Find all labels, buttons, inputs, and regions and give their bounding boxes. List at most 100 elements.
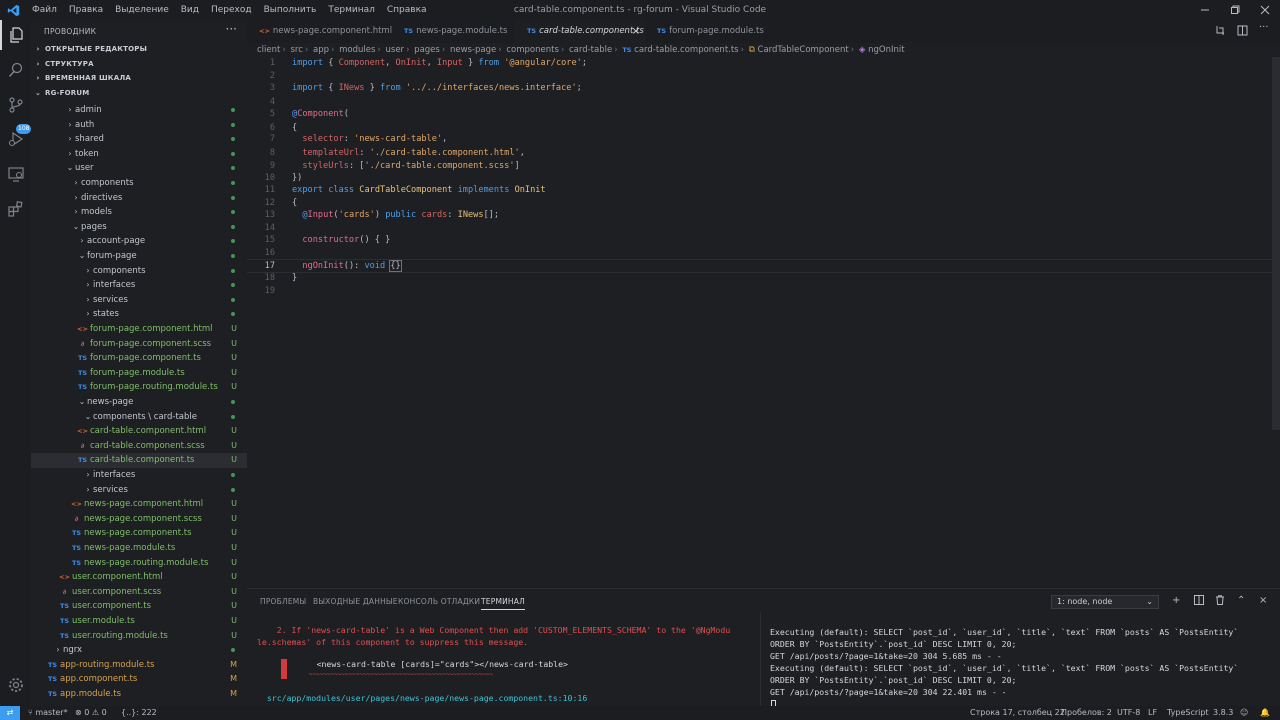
- breadcrumb-item[interactable]: news-page: [450, 45, 496, 55]
- tree-item[interactable]: TS news-page.component.ts U: [31, 526, 247, 541]
- run-debug-icon[interactable]: [0, 124, 31, 154]
- close-tab-icon[interactable]: ×: [632, 20, 640, 43]
- tree-item[interactable]: <> card-table.component.html U: [31, 424, 247, 439]
- tree-item[interactable]: TS forum-page.routing.module.ts U: [31, 380, 247, 395]
- tree-item[interactable]: › components: [31, 176, 247, 191]
- menu-view[interactable]: Вид: [175, 0, 205, 20]
- section-timeline[interactable]: › ВРЕМЕННАЯ ШКАЛА: [31, 71, 247, 85]
- line-endings[interactable]: LF: [1148, 706, 1157, 720]
- tab-card-table-component-ts[interactable]: TS card-table.component.ts ×: [515, 20, 646, 43]
- tree-item[interactable]: › ngrx: [31, 643, 247, 658]
- tree-item[interactable]: TS card-table.component.ts U: [31, 453, 247, 468]
- tree-item[interactable]: › interfaces: [31, 468, 247, 483]
- tab-output[interactable]: ВЫХОДНЫЕ ДАННЫЕ: [313, 597, 398, 606]
- breadcrumb-item[interactable]: client: [257, 45, 280, 55]
- breadcrumb-item[interactable]: src: [290, 45, 302, 55]
- tree-item[interactable]: TS app.component.ts M: [31, 672, 247, 687]
- tree-item[interactable]: TS forum-page.module.ts U: [31, 366, 247, 381]
- tree-item[interactable]: ∂ user.component.scss U: [31, 585, 247, 600]
- breadcrumb-item[interactable]: card-table: [569, 45, 612, 55]
- tree-item[interactable]: ⌄ forum-page: [31, 249, 247, 264]
- tree-item[interactable]: › token: [31, 147, 247, 162]
- extensions-icon[interactable]: [0, 194, 31, 224]
- tree-item[interactable]: TS forum-page.component.ts U: [31, 351, 247, 366]
- close-panel-icon[interactable]: ×: [1259, 595, 1267, 606]
- more-actions-icon[interactable]: ···: [226, 22, 237, 36]
- restore-button[interactable]: [1220, 0, 1250, 20]
- tree-item[interactable]: › components: [31, 264, 247, 279]
- problems-indicator[interactable]: ⊗ 0 ⚠ 0: [75, 706, 107, 720]
- tree-item[interactable]: ⌄ components \ card-table: [31, 410, 247, 425]
- explorer-icon[interactable]: [0, 20, 31, 50]
- editor-scrollbar[interactable]: [1272, 57, 1280, 430]
- breadcrumb-item[interactable]: user: [386, 45, 405, 55]
- encoding[interactable]: UTF-8: [1117, 706, 1140, 720]
- section-project[interactable]: ⌄ RG-FORUM: [31, 86, 247, 100]
- tab-news-page-module-ts[interactable]: TS news-page.module.ts: [392, 20, 507, 43]
- tree-item[interactable]: ∂ forum-page.component.scss U: [31, 337, 247, 352]
- search-icon[interactable]: [0, 55, 31, 85]
- tree-item[interactable]: TS user.module.ts U: [31, 614, 247, 629]
- feedback-icon[interactable]: ☺: [1240, 706, 1248, 720]
- tree-item[interactable]: › account-page: [31, 234, 247, 249]
- trash-icon[interactable]: [1215, 595, 1225, 608]
- breadcrumb-item[interactable]: app: [313, 45, 329, 55]
- tree-item[interactable]: TS news-page.routing.module.ts U: [31, 556, 247, 571]
- notifications-bell-icon[interactable]: 🔔: [1260, 706, 1270, 720]
- tree-item[interactable]: › directives: [31, 191, 247, 206]
- breadcrumb-item[interactable]: components: [506, 45, 559, 55]
- menu-edit[interactable]: Правка: [63, 0, 109, 20]
- tree-item[interactable]: ∂ news-page.component.scss U: [31, 512, 247, 527]
- remote-indicator-icon[interactable]: ⇄: [0, 706, 20, 720]
- menu-go[interactable]: Переход: [205, 0, 258, 20]
- tree-item[interactable]: › services: [31, 483, 247, 498]
- language-mode[interactable]: TypeScript: [1167, 706, 1209, 720]
- code-editor[interactable]: 1 2 3 4 5 6 7 8 9 10 11 12 13 14 15 16 17 18 19 import { C…: [247, 57, 1280, 588]
- menu-selection[interactable]: Выделение: [109, 0, 175, 20]
- settings-gear-icon[interactable]: [0, 670, 31, 700]
- source-control-icon[interactable]: [0, 90, 31, 120]
- tree-item[interactable]: › auth: [31, 118, 247, 133]
- terminal-select[interactable]: 1: node, node ⌄: [1051, 595, 1159, 609]
- close-window-button[interactable]: [1250, 0, 1280, 20]
- tree-item[interactable]: TS news-page.module.ts U: [31, 541, 247, 556]
- tree-item[interactable]: TS user.component.ts U: [31, 599, 247, 614]
- tree-item[interactable]: TS app.module.ts M: [31, 687, 247, 702]
- tree-item[interactable]: <> user.component.html U: [31, 570, 247, 585]
- split-editor-icon[interactable]: [1237, 25, 1248, 39]
- ts-version[interactable]: 3.8.3: [1213, 706, 1233, 720]
- tree-item[interactable]: ⌄ pages: [31, 220, 247, 235]
- breadcrumb-item[interactable]: modules: [339, 45, 375, 55]
- minimize-button[interactable]: [1190, 0, 1220, 20]
- section-open-editors[interactable]: › ОТКРЫТЫЕ РЕДАКТОРЫ: [31, 42, 247, 56]
- tree-item[interactable]: <> forum-page.component.html U: [31, 322, 247, 337]
- tree-item[interactable]: › shared: [31, 132, 247, 147]
- new-terminal-icon[interactable]: +: [1172, 595, 1180, 606]
- tree-item[interactable]: › interfaces: [31, 278, 247, 293]
- tab-problems[interactable]: ПРОБЛЕМЫ: [260, 597, 306, 606]
- remote-explorer-icon[interactable]: [0, 159, 31, 189]
- tree-item[interactable]: TS app-routing.module.ts M: [31, 658, 247, 673]
- breadcrumb-item[interactable]: CardTableComponent: [758, 45, 849, 55]
- section-outline[interactable]: › СТРУКТУРА: [31, 57, 247, 71]
- selection-info[interactable]: {..}: 222: [121, 706, 157, 720]
- split-terminal-icon[interactable]: [1194, 595, 1204, 608]
- tree-item[interactable]: ⌄ user: [31, 161, 247, 176]
- more-actions-icon[interactable]: ···: [1259, 22, 1269, 33]
- maximize-panel-icon[interactable]: ⌃: [1237, 595, 1245, 606]
- tree-item[interactable]: › models: [31, 205, 247, 220]
- compare-changes-icon[interactable]: [1215, 25, 1226, 39]
- tab-debug-console[interactable]: КОНСОЛЬ ОТЛАДКИ: [398, 597, 480, 606]
- tree-item[interactable]: › states: [31, 307, 247, 322]
- tab-forum-page-module-ts[interactable]: TS forum-page.module.ts: [645, 20, 765, 43]
- git-branch[interactable]: ⑂ master*: [28, 706, 68, 720]
- tree-item[interactable]: ∂ card-table.component.scss U: [31, 439, 247, 454]
- tree-item[interactable]: ⌄ news-page: [31, 395, 247, 410]
- menu-run[interactable]: Выполнить: [258, 0, 323, 20]
- tree-item[interactable]: › admin: [31, 103, 247, 118]
- menu-file[interactable]: Файл: [26, 0, 63, 20]
- tree-item[interactable]: <> news-page.component.html U: [31, 497, 247, 512]
- tab-terminal[interactable]: ТЕРМИНАЛ: [481, 597, 525, 610]
- menu-terminal[interactable]: Терминал: [322, 0, 381, 20]
- tab-news-page-component-html[interactable]: <> news-page.component.html: [247, 20, 392, 43]
